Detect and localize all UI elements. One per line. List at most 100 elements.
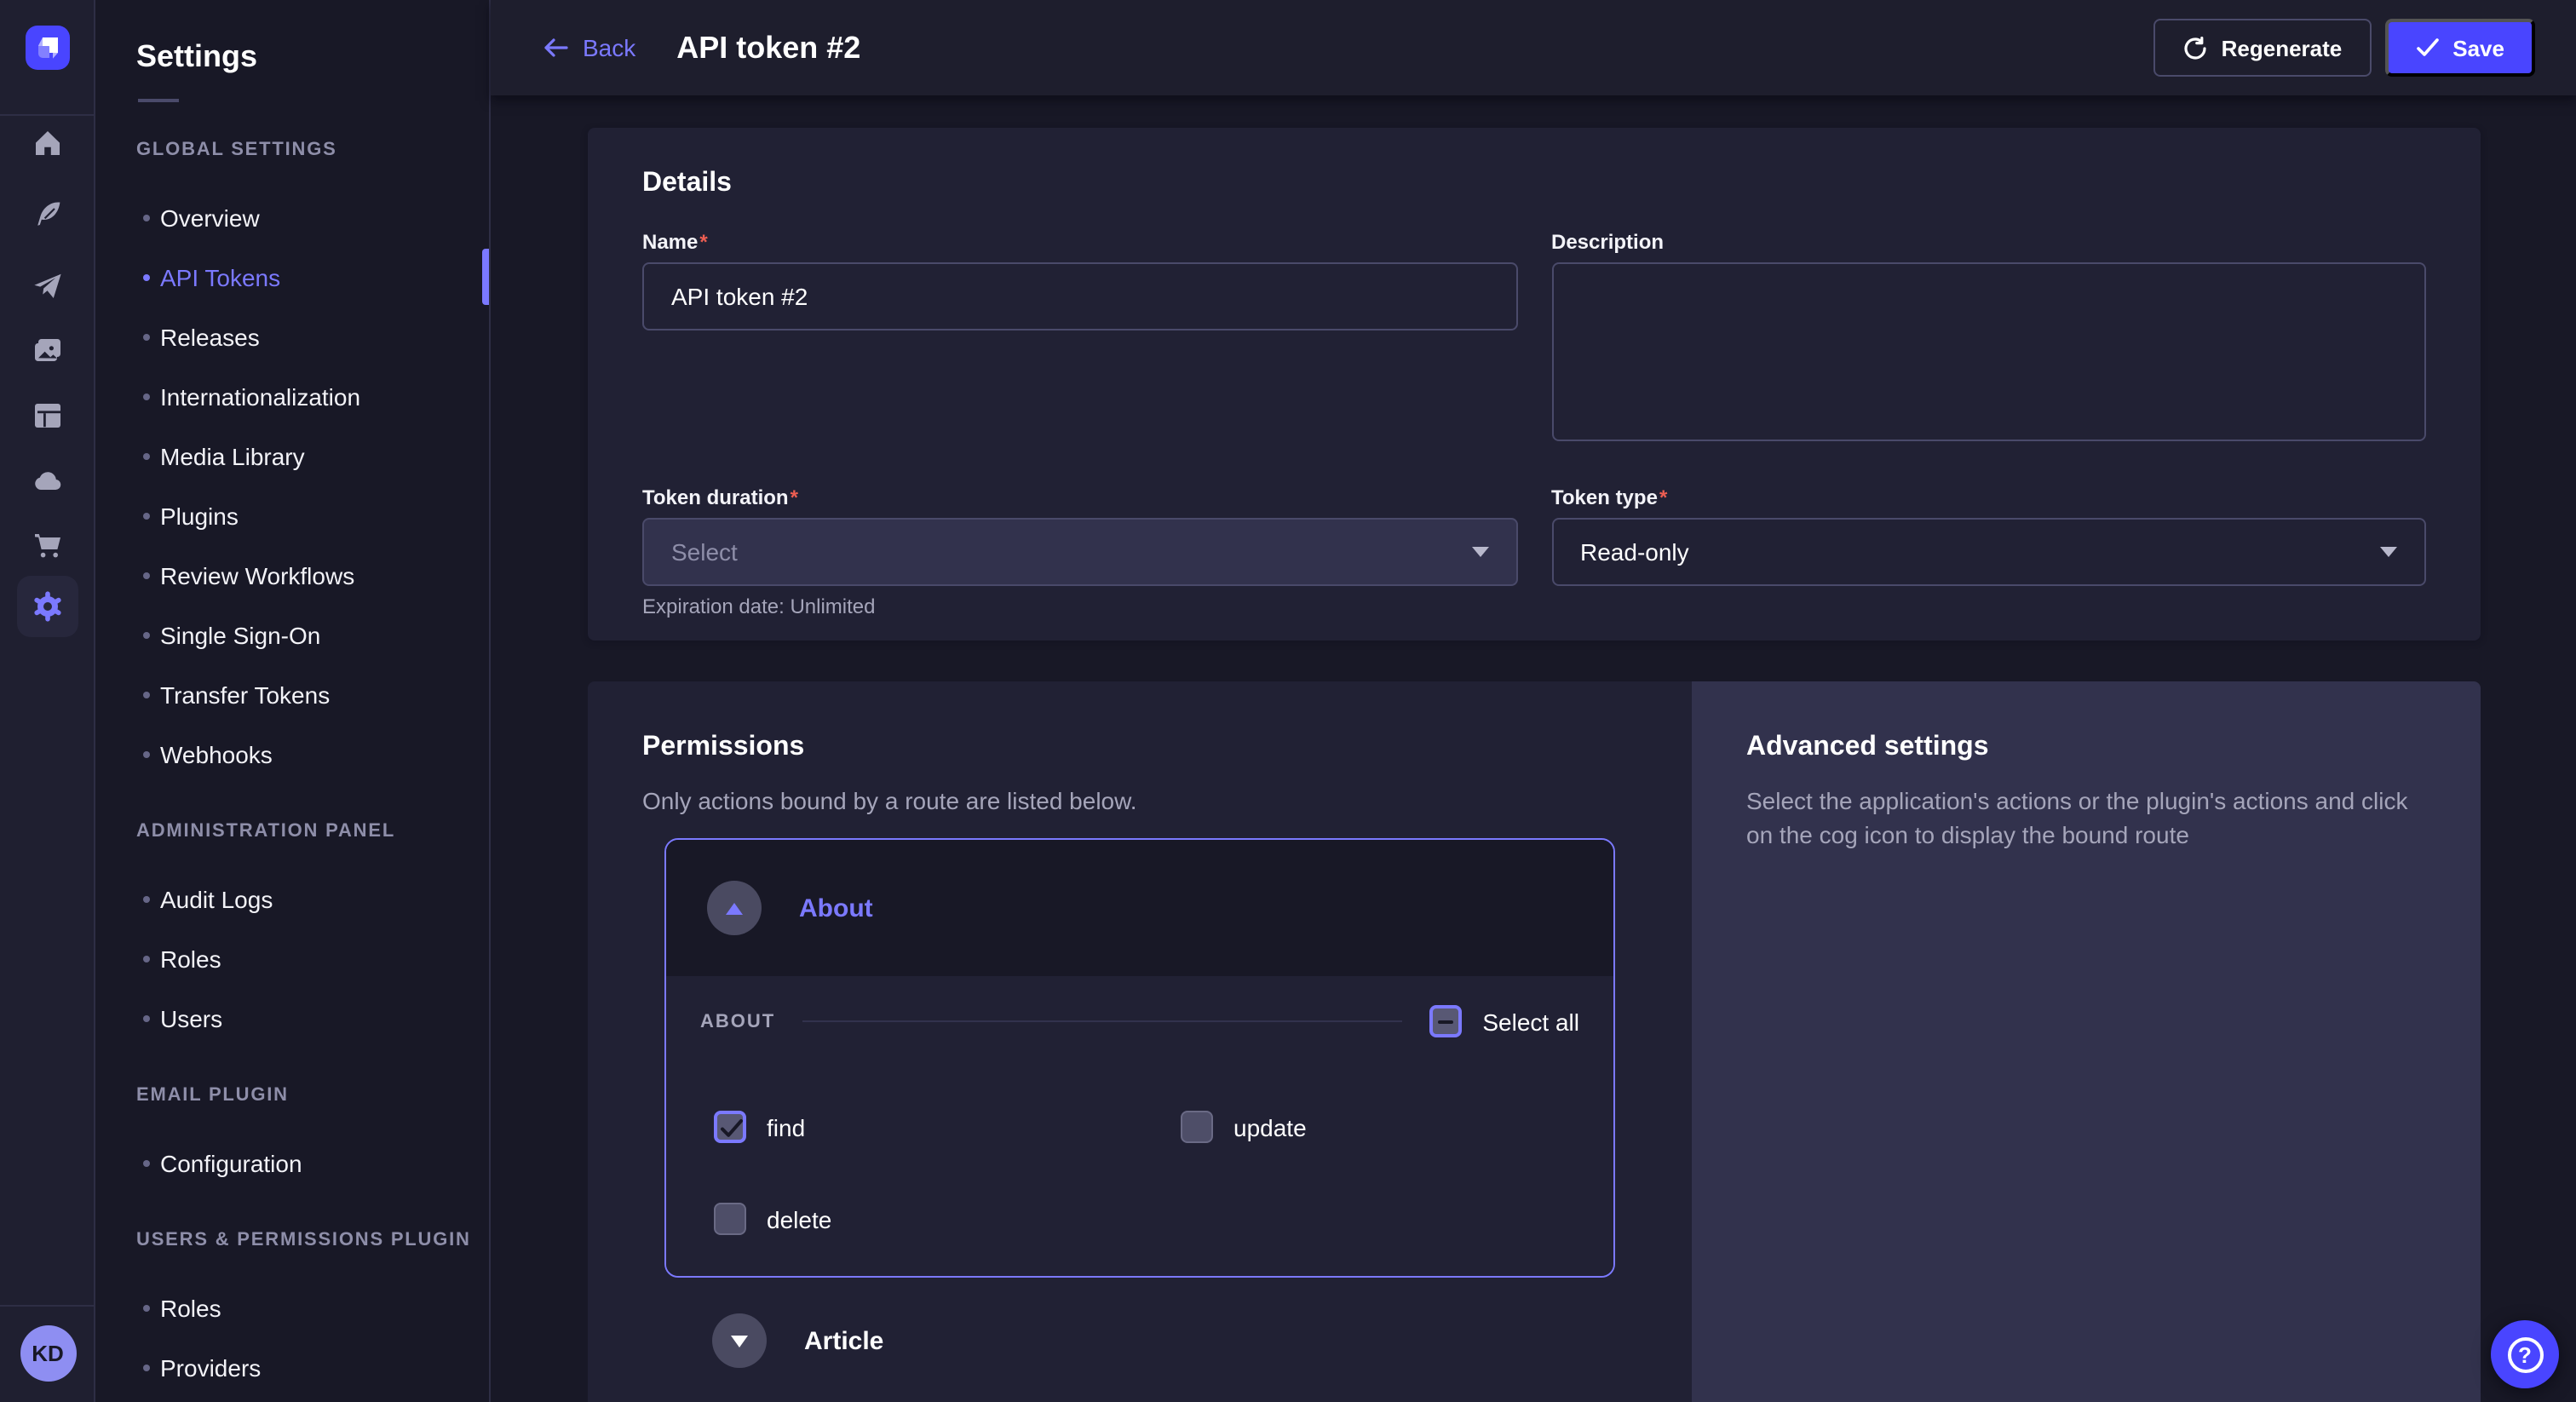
bullet-icon — [143, 895, 150, 902]
back-label: Back — [583, 34, 635, 61]
sidebar-item-webhooks[interactable]: Webhooks — [95, 724, 489, 784]
actions-grid: find update delete — [714, 1111, 1579, 1235]
action-update[interactable]: update — [1181, 1111, 1579, 1143]
bullet-icon — [143, 1304, 150, 1311]
active-item-indicator — [482, 249, 489, 305]
token-duration-helper: Expiration date: Unlimited — [642, 595, 1517, 618]
bullet-icon — [143, 452, 150, 459]
accordion-about: About ABOUT Select all — [664, 838, 1615, 1278]
group-divider — [802, 1020, 1402, 1022]
action-update-label: update — [1233, 1113, 1307, 1141]
token-duration-label: Token duration* — [642, 484, 1517, 511]
section-label-users-permissions-plugin: USERS & PERMISSIONS PLUGIN — [136, 1227, 489, 1254]
sidebar-item-releases[interactable]: Releases — [95, 307, 489, 366]
layout-icon[interactable] — [0, 385, 95, 446]
action-find-label: find — [767, 1113, 805, 1141]
token-duration-select[interactable]: Select — [642, 518, 1517, 586]
description-field-group: Description — [1551, 228, 2426, 450]
action-find[interactable]: find — [714, 1111, 1181, 1143]
avatar[interactable]: KD — [20, 1325, 76, 1382]
cart-icon[interactable] — [0, 514, 95, 576]
rail-divider-bottom — [0, 1305, 94, 1307]
accordion-about-title: About — [799, 893, 873, 922]
bullet-icon — [143, 273, 150, 280]
sidebar-item-review-workflows[interactable]: Review Workflows — [95, 545, 489, 605]
sidebar-item-internationalization[interactable]: Internationalization — [95, 366, 489, 426]
name-input[interactable] — [642, 262, 1517, 330]
sidebar-item-transfer-tokens[interactable]: Transfer Tokens — [95, 664, 489, 724]
gear-icon[interactable] — [17, 576, 78, 637]
sidebar-item-media-library[interactable]: Media Library — [95, 426, 489, 486]
chevron-down-icon — [1471, 547, 1488, 557]
back-link[interactable]: Back — [542, 34, 635, 61]
administration-panel-list: Audit Logs Roles Users — [95, 869, 489, 1048]
action-delete[interactable]: delete — [714, 1203, 1181, 1235]
bullet-icon — [143, 750, 150, 757]
help-button[interactable]: ? — [2491, 1320, 2559, 1388]
app-root: KD Settings GLOBAL SETTINGS Overview API… — [0, 0, 2576, 1402]
sidebar-item-api-tokens[interactable]: API Tokens — [95, 247, 489, 307]
regenerate-button[interactable]: Regenerate — [2153, 19, 2372, 77]
bullet-icon — [143, 512, 150, 519]
check-icon — [2415, 37, 2439, 58]
details-form: Name* Description Token duration* Select… — [642, 228, 2426, 618]
paper-plane-icon[interactable] — [0, 256, 95, 317]
main-content: Back API token #2 Regenerate Save — [491, 0, 2576, 1402]
media-icon[interactable] — [0, 320, 95, 382]
nav-rail: KD — [0, 0, 95, 1402]
sidebar-item-admin-roles[interactable]: Roles — [95, 928, 489, 988]
sidebar-item-providers[interactable]: Providers — [95, 1337, 489, 1397]
advanced-settings-heading: Advanced settings — [1746, 729, 2426, 767]
sidebar-item-plugins[interactable]: Plugins — [95, 486, 489, 545]
token-duration-field-group: Token duration* Select Expiration date: … — [642, 484, 1517, 618]
delete-checkbox[interactable] — [714, 1203, 746, 1235]
select-all-label: Select all — [1482, 1008, 1579, 1035]
settings-sidebar: Settings GLOBAL SETTINGS Overview API To… — [95, 0, 491, 1402]
bullet-icon — [143, 691, 150, 698]
collapse-button[interactable] — [707, 881, 762, 935]
sidebar-item-audit-logs[interactable]: Audit Logs — [95, 869, 489, 928]
accordion-about-header[interactable]: About — [666, 840, 1613, 976]
required-mark: * — [699, 230, 707, 254]
sidebar-item-single-sign-on[interactable]: Single Sign-On — [95, 605, 489, 664]
token-type-field-group: Token type* Read-only — [1551, 484, 2426, 618]
sidebar-item-overview[interactable]: Overview — [95, 187, 489, 247]
save-button[interactable]: Save — [2384, 19, 2535, 77]
feather-icon[interactable] — [0, 184, 95, 245]
bullet-icon — [143, 1159, 150, 1166]
token-type-value: Read-only — [1580, 538, 1689, 566]
bullet-icon — [143, 1364, 150, 1370]
home-icon[interactable] — [0, 112, 95, 174]
update-checkbox[interactable] — [1181, 1111, 1213, 1143]
description-label: Description — [1551, 228, 2426, 256]
select-all-checkbox[interactable] — [1429, 1005, 1462, 1037]
users-permissions-list: Roles Providers — [95, 1278, 489, 1397]
global-settings-list: Overview API Tokens Releases Internation… — [95, 187, 489, 784]
bullet-icon — [143, 631, 150, 638]
permissions-section: Permissions Only actions bound by a rout… — [588, 681, 2481, 1402]
chevron-up-icon — [726, 902, 743, 914]
sidebar-item-users[interactable]: Users — [95, 988, 489, 1048]
strapi-logo[interactable] — [26, 26, 70, 70]
page-header: Back API token #2 Regenerate Save — [491, 0, 2576, 95]
bullet-icon — [143, 955, 150, 962]
indeterminate-mark — [1438, 1020, 1453, 1024]
accordion-article-header[interactable]: Article — [712, 1313, 1637, 1368]
accordion-about-body: ABOUT Select all — [666, 976, 1613, 1276]
chevron-down-icon — [731, 1335, 748, 1347]
permissions-heading: Permissions — [642, 729, 1637, 767]
sidebar-item-configuration[interactable]: Configuration — [95, 1133, 489, 1192]
sidebar-item-up-roles[interactable]: Roles — [95, 1278, 489, 1337]
select-all-row[interactable]: Select all — [1429, 1005, 1579, 1037]
chevron-down-icon — [2380, 547, 2397, 557]
page-title: API token #2 — [676, 30, 860, 66]
section-label-administration-panel: ADMINISTRATION PANEL — [136, 818, 489, 845]
find-checkbox[interactable] — [714, 1111, 746, 1143]
token-type-select[interactable]: Read-only — [1551, 518, 2426, 586]
description-textarea[interactable] — [1551, 262, 2426, 441]
bullet-icon — [143, 572, 150, 578]
sidebar-title: Settings — [95, 0, 489, 75]
bullet-icon — [143, 393, 150, 399]
cloud-icon[interactable] — [0, 450, 95, 511]
expand-button[interactable] — [712, 1313, 767, 1368]
